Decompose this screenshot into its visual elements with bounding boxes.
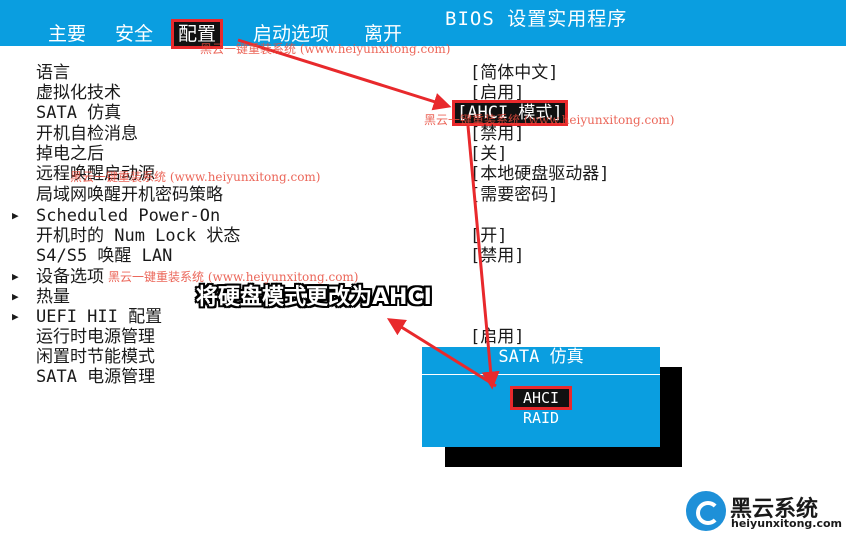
setting-row-language[interactable]: 语言 [简体中文] xyxy=(0,63,846,83)
setting-label: 开机自检消息 xyxy=(36,124,138,144)
setting-label: 设备选项 xyxy=(36,267,104,287)
setting-label: 开机时的 Num Lock 状态 xyxy=(36,226,241,246)
setting-row-sata-emulation[interactable]: SATA 仿真 [AHCI 模式] xyxy=(0,100,846,126)
setting-label: Scheduled Power-On xyxy=(36,206,221,226)
setting-value[interactable]: [关] xyxy=(470,144,507,164)
watermark: 黑云一键重装系统 (www.heiyunxitong.com) xyxy=(108,270,359,284)
watermark: 黑云一键重装系统 (www.heiyunxitong.com) xyxy=(424,113,675,127)
sata-emulation-popup: SATA 仿真 AHCI RAID xyxy=(422,347,660,447)
watermark: 黑云一键重装系统 (www.heiyunxitong.com) xyxy=(70,170,321,184)
submenu-arrow-icon: ▶ xyxy=(12,290,19,303)
setting-value[interactable]: [简体中文] xyxy=(470,63,558,83)
submenu-arrow-icon: ▶ xyxy=(12,310,19,323)
setting-row-scheduled-power-on[interactable]: ▶ Scheduled Power-On xyxy=(0,206,846,226)
setting-label: S4/S5 唤醒 LAN xyxy=(36,246,173,266)
setting-value[interactable]: [启用] xyxy=(470,327,524,347)
setting-label: 掉电之后 xyxy=(36,144,104,164)
setting-row-runtime-power[interactable]: 运行时电源管理 [启用] xyxy=(0,327,846,347)
setting-value[interactable]: [开] xyxy=(470,226,507,246)
heiyun-logo-icon xyxy=(684,489,728,533)
setting-row-virtualization[interactable]: 虚拟化技术 [启用] xyxy=(0,83,846,103)
setting-value[interactable]: [需要密码] xyxy=(470,185,558,205)
submenu-arrow-icon: ▶ xyxy=(12,270,19,283)
popup-divider xyxy=(422,374,660,375)
setting-row-s4s5-wake-lan[interactable]: S4/S5 唤醒 LAN [禁用] xyxy=(0,246,846,266)
setting-label: 热量 xyxy=(36,287,70,307)
setting-value[interactable]: [本地硬盘驱动器] xyxy=(470,164,609,184)
setting-row-after-power-loss[interactable]: 掉电之后 [关] xyxy=(0,144,846,164)
watermark: 黑云一键重装系统 (www.heiyunxitong.com) xyxy=(200,42,451,56)
setting-label: SATA 仿真 xyxy=(36,103,122,123)
brand-url: heiyunxitong.com xyxy=(731,517,842,530)
setting-label: 闲置时节能模式 xyxy=(36,347,155,367)
setting-label: 运行时电源管理 xyxy=(36,327,155,347)
setting-label: 局域网唤醒开机密码策略 xyxy=(36,185,223,205)
tab-security[interactable]: 安全 xyxy=(111,22,157,46)
setting-row-post-message[interactable]: 开机自检消息 [禁用] xyxy=(0,124,846,144)
setting-label: SATA 电源管理 xyxy=(36,367,156,387)
popup-option-ahci[interactable]: AHCI xyxy=(422,386,660,410)
submenu-arrow-icon: ▶ xyxy=(12,209,19,222)
setting-label: 虚拟化技术 xyxy=(36,83,121,103)
popup-title: SATA 仿真 xyxy=(498,347,584,367)
tab-main[interactable]: 主要 xyxy=(44,22,90,46)
popup-option-label: AHCI xyxy=(509,386,573,410)
setting-row-lan-wake-password[interactable]: 局域网唤醒开机密码策略 [需要密码] xyxy=(0,185,846,205)
setting-label: UEFI HII 配置 xyxy=(36,307,163,327)
setting-row-num-lock[interactable]: 开机时的 Num Lock 状态 [开] xyxy=(0,226,846,246)
setting-value[interactable]: [启用] xyxy=(470,83,524,103)
popup-option-label: RAID xyxy=(522,409,560,427)
setting-value[interactable]: [禁用] xyxy=(470,246,524,266)
popup-option-raid[interactable]: RAID xyxy=(422,409,660,427)
setting-label: 语言 xyxy=(36,63,70,83)
